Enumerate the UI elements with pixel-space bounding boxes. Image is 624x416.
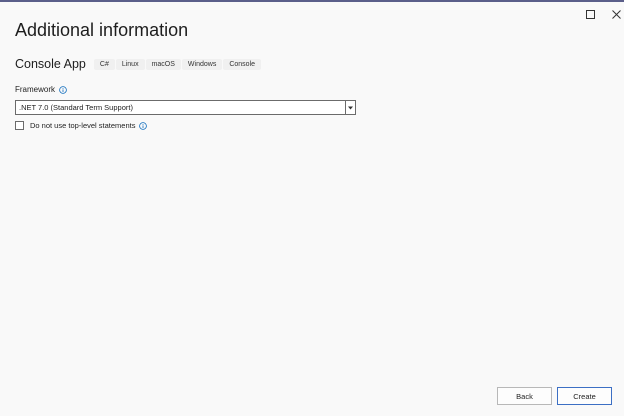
tag-platform-linux: Linux xyxy=(115,58,145,70)
tag-platform-windows: Windows xyxy=(181,58,223,70)
info-icon[interactable] xyxy=(59,85,67,94)
project-name: Console App xyxy=(15,57,86,71)
back-button[interactable]: Back xyxy=(497,387,552,405)
page-title: Additional information xyxy=(15,20,189,40)
framework-label: Framework xyxy=(15,85,56,94)
info-icon[interactable] xyxy=(139,121,148,130)
framework-selected-value: .NET 7.0 (Standard Term Support) xyxy=(19,103,133,112)
top-level-statements-checkbox[interactable] xyxy=(15,121,24,130)
tag-language: C# xyxy=(93,58,115,70)
create-button[interactable]: Create xyxy=(557,387,612,405)
close-icon[interactable] xyxy=(602,4,624,24)
framework-select[interactable]: .NET 7.0 (Standard Term Support) xyxy=(15,100,356,115)
framework-label-row: Framework xyxy=(15,85,67,94)
chevron-down-icon[interactable] xyxy=(345,101,355,114)
tag-platform-macos: macOS xyxy=(145,58,181,70)
tag-project-type: Console xyxy=(223,58,262,70)
project-type-row: Console App C# Linux macOS Windows Conso… xyxy=(15,57,262,71)
top-level-statements-row: Do not use top-level statements xyxy=(15,121,148,130)
top-level-statements-label[interactable]: Do not use top-level statements xyxy=(30,121,135,130)
dialog-window: Additional information Console App C# Li… xyxy=(0,0,624,416)
maximize-icon[interactable] xyxy=(576,4,604,24)
